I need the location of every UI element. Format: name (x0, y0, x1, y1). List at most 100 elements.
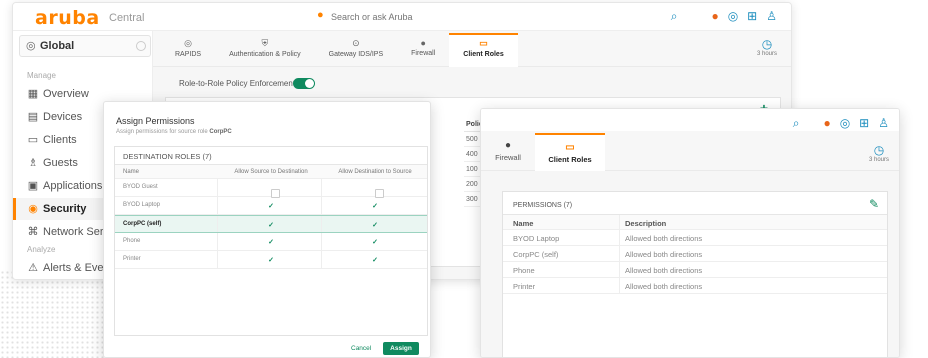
role-name: BYOD Laptop (123, 202, 161, 208)
permissions-table: PERMISSIONS (7) ✎ Name Description BYOD … (502, 191, 888, 357)
time-range-selector[interactable]: ◷ 3 hours (869, 143, 889, 163)
tab-authentication-policy[interactable]: ⛨ Authentication & Policy (215, 33, 315, 67)
table-row[interactable]: Printer ✓ ✓ (115, 251, 427, 269)
permission-name: Printer (513, 282, 536, 291)
assign-button[interactable]: Assign (383, 342, 419, 355)
check-icon[interactable]: ✓ (323, 238, 427, 246)
scope-toggle-icon[interactable] (136, 41, 146, 51)
table-row[interactable]: BYOD Guest (115, 179, 427, 198)
tab-label: Authentication & Policy (229, 51, 301, 58)
search-input[interactable] (331, 9, 551, 25)
table-row[interactable]: Phone ✓ ✓ (115, 233, 427, 251)
user-icon[interactable]: ♙ (766, 9, 777, 24)
sidebar-item-label: Clients (43, 134, 77, 146)
tab-firewall[interactable]: ● Firewall (487, 133, 529, 171)
check-icon[interactable]: ✓ (219, 221, 323, 229)
check-icon[interactable]: ✓ (323, 202, 427, 210)
applications-icon: ▣ (27, 180, 39, 192)
product-name: Central (109, 12, 145, 24)
check-icon[interactable]: ✓ (323, 221, 427, 229)
table-row[interactable]: BYOD Laptop ✓ ✓ (115, 197, 427, 215)
globe-icon: ◎ (26, 40, 36, 52)
permission-description: Allowed both directions (625, 234, 703, 243)
topbar-icons: ⌕ ● ◎ ⊞ ♙ (793, 116, 889, 131)
security-icon: ◉ (28, 203, 38, 215)
tab-rapids[interactable]: ◎ RAPIDS (161, 33, 215, 67)
column-header[interactable]: Allow Destination to Source (323, 169, 427, 175)
permission-description: Allowed both directions (625, 250, 703, 259)
tab-gateway-ids-ips[interactable]: ⊙ Gateway IDS/IPS (315, 33, 397, 67)
permission-name: BYOD Laptop (513, 234, 560, 243)
search-icon[interactable]: ⌕ (793, 116, 800, 131)
client-roles-window: ⌕ ● ◎ ⊞ ♙ ● Firewall ▭ Client Roles ◷ 3 … (480, 108, 900, 358)
apps-grid-icon[interactable]: ⊞ (859, 116, 869, 131)
gateway-icon: ⊙ (352, 38, 360, 48)
dot-pattern-decoration (0, 270, 120, 358)
client-roles-icon: ▭ (565, 142, 575, 153)
enforcement-toggle[interactable] (293, 78, 315, 89)
search-icon: ● (317, 9, 324, 21)
table-row[interactable]: Printer Allowed both directions (503, 278, 887, 294)
roles-window-topbar: ⌕ ● ◎ ⊞ ♙ (481, 109, 899, 131)
permission-description: Allowed both directions (625, 266, 703, 275)
column-header[interactable]: Name (513, 219, 533, 228)
tab-label: Client Roles (463, 51, 504, 58)
check-icon[interactable]: ✓ (219, 238, 323, 246)
devices-icon: ▤ (27, 111, 39, 123)
shield-icon: ⛨ (261, 38, 269, 48)
help-icon[interactable]: ◎ (840, 116, 850, 131)
edit-icon[interactable]: ✎ (869, 197, 879, 211)
check-icon[interactable]: ✓ (219, 202, 323, 210)
clients-icon: ▭ (27, 134, 39, 146)
column-header[interactable]: Name (123, 169, 139, 175)
tab-client-roles[interactable]: ▭ Client Roles (449, 33, 518, 67)
column-header[interactable]: Allow Source to Destination (219, 169, 323, 175)
permissions-caption: PERMISSIONS (7) (513, 202, 573, 209)
sidebar-item-label: Guests (43, 157, 78, 169)
role-name: BYOD Guest (123, 184, 158, 190)
time-range-selector[interactable]: ◷ 3 hours (757, 37, 777, 57)
dialog-subtitle-text: Assign permissions for source role (116, 129, 208, 135)
check-icon[interactable]: ✓ (323, 256, 427, 264)
column-header[interactable]: Description (625, 219, 666, 228)
scope-selector[interactable]: ◎ Global (19, 35, 151, 57)
firewall-icon: ● (504, 140, 512, 151)
role-name: CorpPC (self) (123, 221, 162, 227)
history-icon: ◷ (761, 37, 773, 51)
role-name: Phone (123, 238, 141, 244)
tab-label: Gateway IDS/IPS (328, 51, 384, 58)
check-icon[interactable]: ✓ (219, 256, 323, 264)
dialog-subtitle: Assign permissions for source role CorpP… (116, 129, 232, 135)
role-name: Printer (123, 256, 141, 262)
sidebar-item-label: Overview (43, 88, 89, 100)
table-row-selected[interactable]: CorpPC (self) ✓ ✓ (115, 215, 427, 233)
notifications-icon[interactable]: ● (711, 9, 718, 24)
guests-icon: ♗ (28, 157, 38, 169)
table-row[interactable]: Phone Allowed both directions (503, 262, 887, 278)
enforcement-label: Role-to-Role Policy Enforcement (179, 79, 296, 88)
notifications-icon[interactable]: ● (823, 116, 830, 131)
global-search[interactable]: ● (313, 9, 563, 25)
tab-label: Client Roles (548, 155, 592, 164)
permission-description: Allowed both directions (625, 282, 703, 291)
sidebar-item-label: Devices (43, 111, 83, 123)
help-icon[interactable]: ◎ (728, 9, 738, 24)
permission-name: Phone (513, 266, 535, 275)
search-icon[interactable]: ⌕ (671, 9, 678, 24)
sidebar-item-label: Applications (43, 180, 103, 192)
table-row[interactable]: CorpPC (self) Allowed both directions (503, 246, 887, 262)
permissions-header-row: Name Description (503, 214, 887, 230)
cancel-button[interactable]: Cancel (351, 345, 371, 352)
tab-firewall[interactable]: ● Firewall (397, 33, 449, 67)
tab-label: Firewall (411, 50, 436, 57)
table-row[interactable]: BYOD Laptop Allowed both directions (503, 230, 887, 246)
sidebar-item-label: Security (43, 203, 87, 215)
aruba-logo[interactable]: aruba (35, 7, 100, 29)
apps-grid-icon[interactable]: ⊞ (747, 9, 757, 24)
time-range-label: 3 hours (756, 51, 777, 57)
tab-client-roles[interactable]: ▭ Client Roles (535, 133, 605, 171)
roles-window-content: PERMISSIONS (7) ✎ Name Description BYOD … (481, 171, 899, 357)
history-icon: ◷ (873, 143, 885, 157)
assign-permissions-dialog: Assign Permissions Assign permissions fo… (103, 101, 431, 358)
user-icon[interactable]: ♙ (878, 116, 889, 131)
